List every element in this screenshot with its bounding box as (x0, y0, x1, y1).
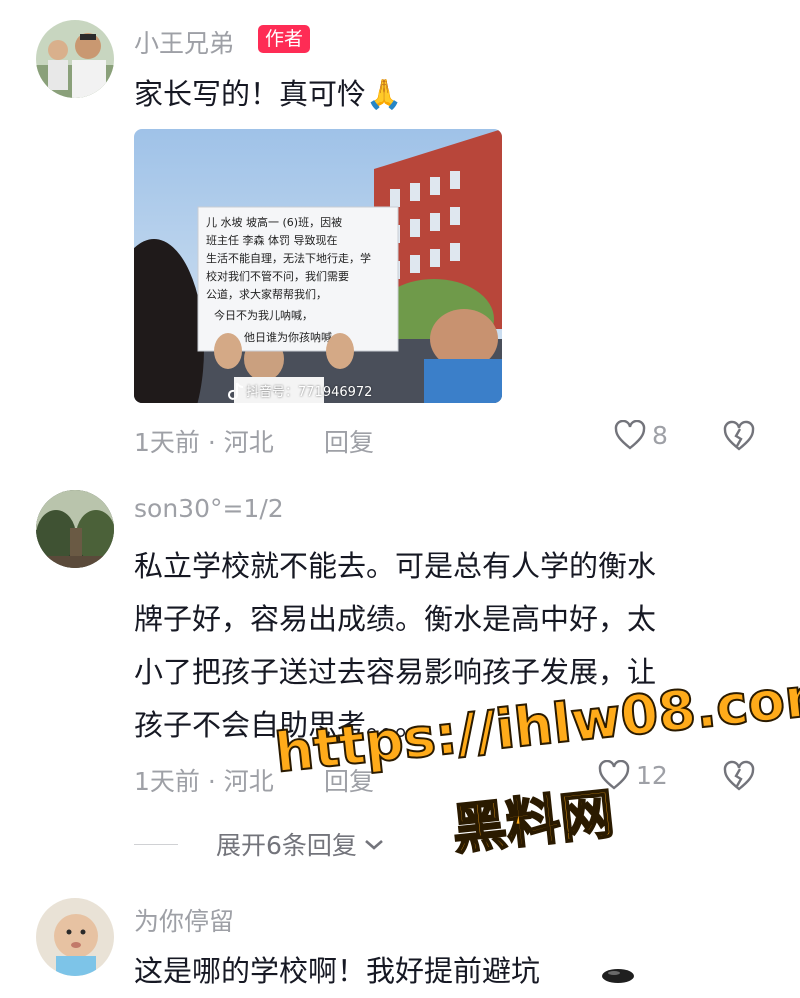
dislike-button[interactable] (722, 420, 756, 456)
avatar[interactable] (36, 490, 114, 568)
avatar[interactable] (36, 20, 114, 98)
broken-heart-icon (723, 420, 755, 451)
comment-text: 私立学校就不能去。可是总有人学的衡水 (134, 549, 657, 583)
comment-text: 这是哪的学校啊！我好提前避坑 (134, 954, 541, 988)
time-location: 1天前 · 河北 (134, 428, 274, 457)
author-badge: 作者 (258, 25, 311, 53)
sign-line: 班主任 李森 体罚 导致现在 (206, 233, 338, 247)
comment-item: 小王兄弟 作者 家长写的！真可怜🙏 儿 水坡 坡高一 (6)班，因被 班主任 李… (0, 0, 800, 470)
username[interactable]: 小王兄弟 (134, 24, 234, 60)
time-location: 1天前 · 河北 (134, 767, 274, 796)
sign-line: 生活不能自理，无法下地行走，学 (206, 251, 371, 265)
dislike-button[interactable] (722, 760, 756, 796)
sign-line: 公道，求大家帮帮我们， (206, 287, 327, 301)
like-count: 8 (652, 420, 668, 450)
username[interactable]: son30°=1/2 (134, 494, 284, 523)
comment-text: 家长写的！真可怜🙏 (134, 77, 403, 111)
sign-line: 今日不为我儿呐喊， (214, 308, 313, 322)
sign-line: 校对我们不管不问，我们需要 (206, 269, 349, 283)
divider (134, 843, 178, 845)
chevron-down-icon (365, 840, 383, 850)
comment-text: 牌子好，容易出成绩。衡水是高中好，太 (134, 602, 657, 636)
broken-heart-icon (723, 760, 755, 791)
heart-outline-icon (614, 420, 646, 450)
avatar[interactable] (36, 898, 114, 976)
username[interactable]: 为你停留 (134, 902, 234, 938)
like-count: 12 (636, 760, 668, 790)
sign-line: 他日谁为你孩呐喊 (244, 331, 332, 344)
like-button[interactable]: 8 (614, 420, 668, 450)
expand-replies-label: 展开6条回复 (216, 831, 357, 860)
site-watermark-name: 黑料网 (448, 781, 618, 863)
image-watermark: 抖音号：771946972 (246, 385, 373, 400)
sign-line: 儿 水坡 坡高一 (6)班，因被 (206, 215, 342, 229)
reply-button[interactable]: 回复 (324, 423, 374, 459)
emoji-icon (602, 969, 634, 983)
comment-image[interactable]: 儿 水坡 坡高一 (6)班，因被 班主任 李森 体罚 导致现在 生活不能自理，无… (134, 129, 502, 403)
expand-replies-button[interactable]: 展开6条回复 (134, 826, 387, 862)
